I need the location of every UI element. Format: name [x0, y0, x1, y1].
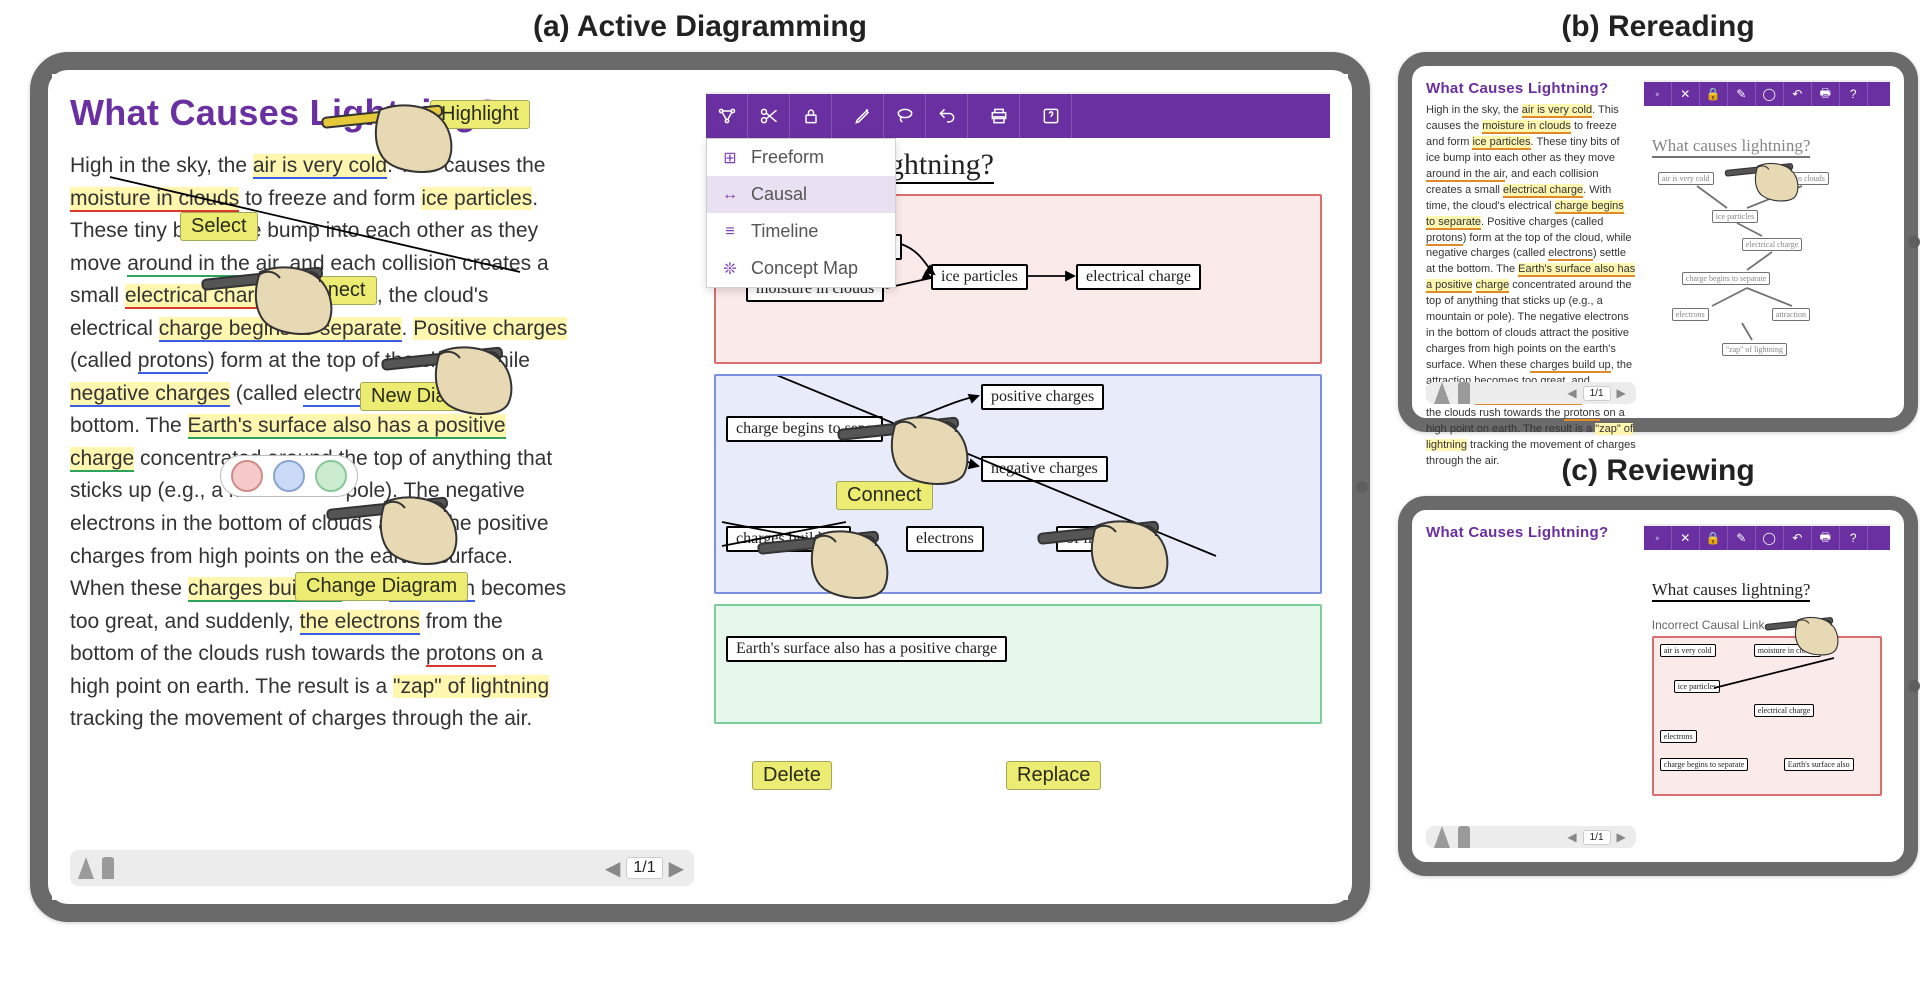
zone-separation: charge begins to sepa positive charges n… — [714, 374, 1322, 594]
prev-page[interactable]: ◀ — [605, 856, 620, 881]
next-page[interactable]: ▶ — [669, 856, 684, 881]
tablet-reviewing: What Causes Lightning? ◀1/1▶ ◦✕🔒 ✎◯↶ 🖶? … — [1398, 496, 1918, 876]
diagram-toolbar — [706, 94, 1330, 138]
tag-delete: Delete — [752, 761, 832, 790]
dd-causal[interactable]: ↔Causal — [707, 176, 895, 213]
tag-connect: Connect — [280, 276, 377, 305]
print-icon[interactable] — [978, 94, 1020, 138]
tag-highlight: Highlight — [430, 100, 530, 129]
dd-freeform[interactable]: ⊞Freeform — [707, 139, 895, 176]
passage-title: What Causes Lightning? — [70, 92, 694, 134]
page-indicator: 1/1 — [626, 857, 662, 879]
undo-icon: ↶ — [1784, 82, 1812, 106]
diagram-type-icon: ◦ — [1644, 82, 1672, 106]
caption-a: (a) Active Diagramming — [30, 10, 1370, 44]
feedback-label: Incorrect Causal Link — [1652, 618, 1882, 632]
passage-body-b: High in the sky, the air is very cold. T… — [1426, 103, 1636, 470]
pencil-icon[interactable] — [842, 94, 884, 138]
color-blue[interactable] — [273, 460, 305, 492]
help-icon: ? — [1840, 82, 1868, 106]
lock-icon: 🔒 — [1700, 82, 1728, 106]
tag-select: Select — [180, 212, 258, 241]
help-icon[interactable] — [1030, 94, 1072, 138]
diagram-type-icon[interactable] — [706, 94, 748, 138]
tag-new-diagram: New Diagram — [360, 382, 503, 411]
caption-b: (b) Rereading — [1398, 10, 1918, 44]
node-earth[interactable]: Earth's surface also has a positive char… — [726, 636, 1007, 662]
scissors-icon: ✕ — [1672, 82, 1700, 106]
color-red[interactable] — [231, 460, 263, 492]
diagram-type-dropdown[interactable]: ⊞Freeform ↔Causal ≡Timeline ❊Concept Map — [706, 138, 896, 288]
diagram-pane: ⊞Freeform ↔Causal ≡Timeline ❊Concept Map… — [706, 92, 1330, 886]
passage-title-c: What Causes Lightning? — [1426, 524, 1636, 541]
zone-earth: Earth's surface also has a positive char… — [714, 604, 1322, 724]
tag-change-diagram: Change Diagram — [295, 572, 468, 601]
passage-title-b: What Causes Lightning? — [1426, 80, 1636, 97]
pager: ◀ 1/1 ▶ — [70, 850, 694, 886]
lasso-icon[interactable] — [884, 94, 926, 138]
tag-connect-canvas: Connect — [836, 481, 933, 510]
marker-icon[interactable] — [78, 857, 94, 879]
print-icon: 🖶 — [1812, 82, 1840, 106]
highlighter-icon[interactable] — [102, 857, 114, 879]
color-green[interactable] — [315, 460, 347, 492]
tablet-rereading: What Causes Lightning? High in the sky, … — [1398, 52, 1918, 432]
undo-icon[interactable] — [926, 94, 968, 138]
reading-pane: What Causes Lightning? High in the sky, … — [70, 92, 694, 886]
dd-concept-map[interactable]: ❊Concept Map — [707, 250, 895, 287]
tablet-active-diagramming: What Causes Lightning? High in the sky, … — [30, 52, 1370, 922]
scissors-icon[interactable] — [748, 94, 790, 138]
dd-timeline[interactable]: ≡Timeline — [707, 213, 895, 250]
lock-icon[interactable] — [790, 94, 832, 138]
color-picker[interactable] — [220, 455, 358, 497]
tag-replace: Replace — [1006, 761, 1101, 790]
lasso-icon: ◯ — [1756, 82, 1784, 106]
pencil-icon: ✎ — [1728, 82, 1756, 106]
